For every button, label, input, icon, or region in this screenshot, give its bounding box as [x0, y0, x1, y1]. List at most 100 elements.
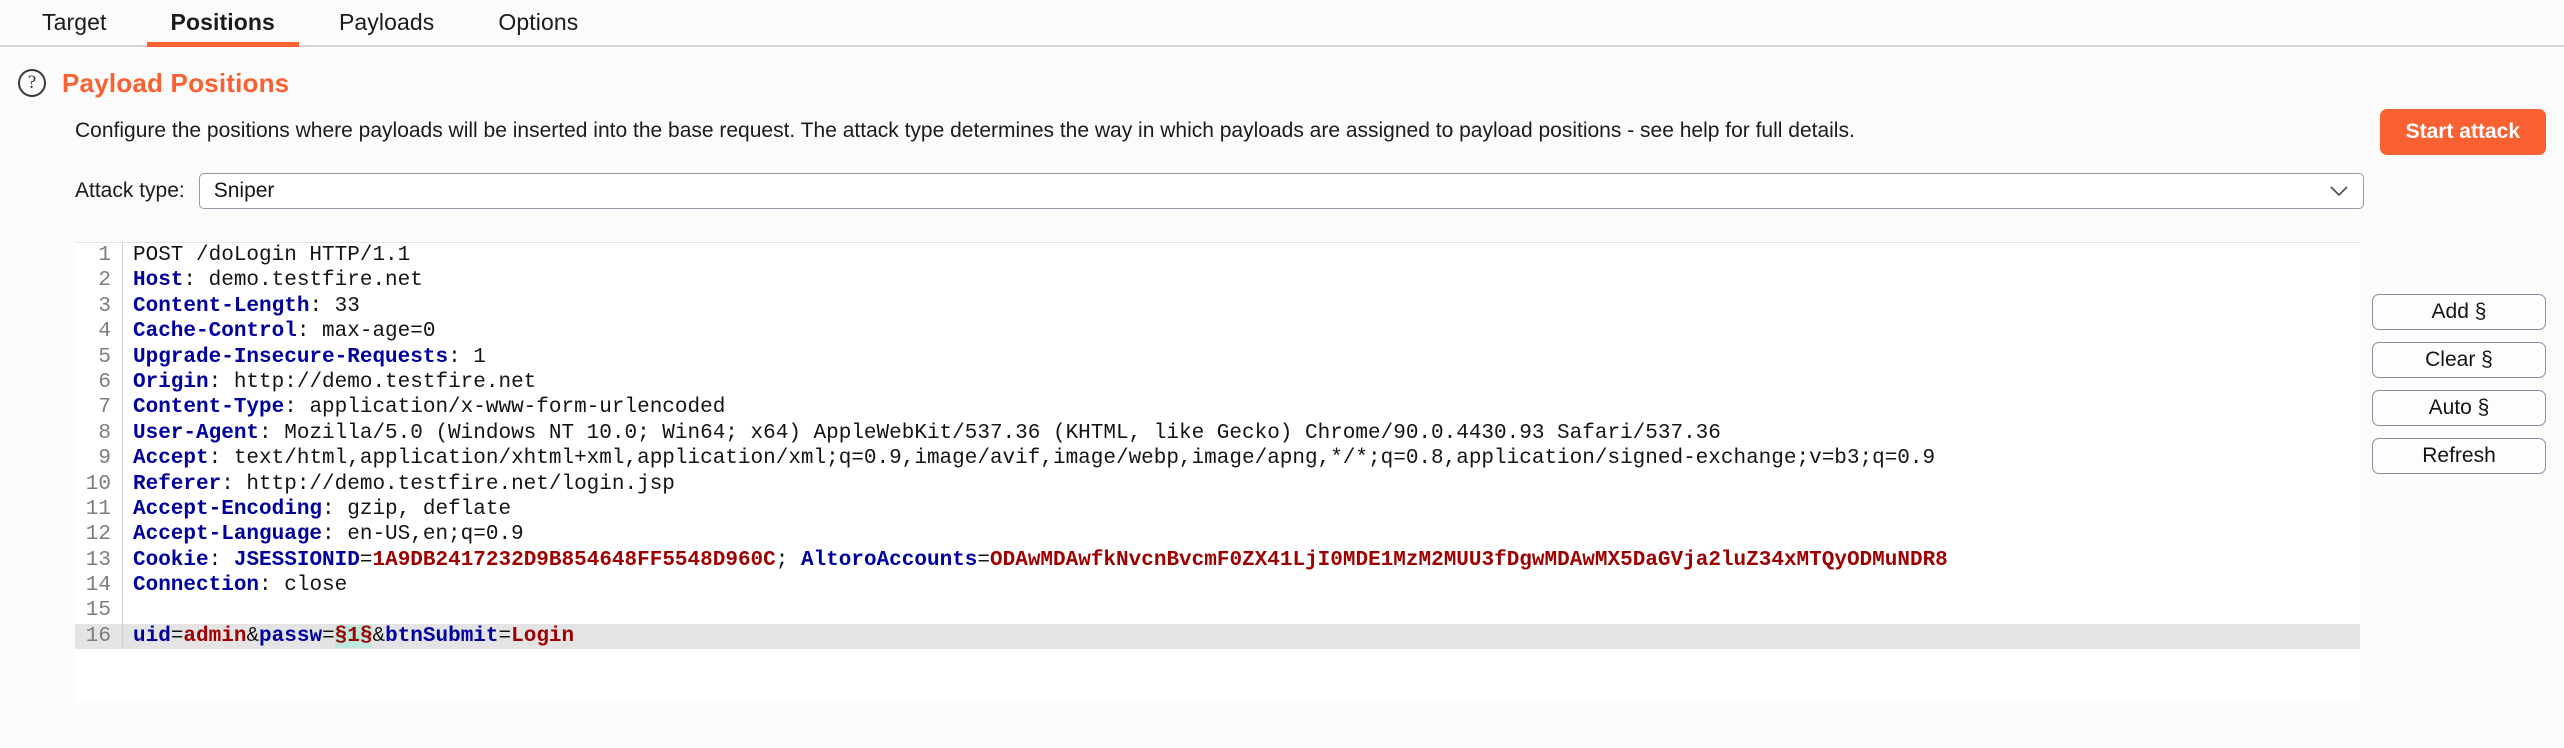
- add-position-button[interactable]: Add §: [2372, 294, 2546, 330]
- code-token: =: [498, 624, 512, 648]
- request-line[interactable]: 3 Content-Length: 33: [75, 293, 2360, 320]
- line-content[interactable]: Referer: http://demo.testfire.net/login.…: [123, 472, 675, 497]
- code-token: : 33: [309, 294, 360, 318]
- chevron-down-icon: [2329, 179, 2349, 203]
- code-token: Accept-Language: [133, 523, 323, 547]
- request-line[interactable]: 13 Cookie: JSESSIONID=1A9DB2417232D9B8546…: [75, 547, 2360, 574]
- request-line[interactable]: 14 Connection: close: [75, 573, 2360, 599]
- position-tools: Add § Clear § Auto § Refresh: [2372, 294, 2546, 474]
- clear-positions-button[interactable]: Clear §: [2372, 342, 2546, 378]
- code-token: Connection: [133, 574, 260, 598]
- request-line[interactable]: 12 Accept-Language: en-US,en;q=0.9: [75, 522, 2360, 548]
- code-token: Accept-Encoding: [133, 497, 323, 521]
- tab-positions[interactable]: Positions: [139, 0, 307, 47]
- tab-target[interactable]: Target: [10, 0, 139, 45]
- line-number: 9: [75, 446, 123, 472]
- code-token: : Mozilla/5.0 (Windows NT 10.0; Win64; x…: [259, 421, 1721, 445]
- code-token: Referer: [133, 472, 222, 496]
- code-token: : gzip, deflate: [322, 497, 512, 521]
- code-token: &: [246, 624, 260, 648]
- code-token: : http://demo.testfire.net/login.jsp: [221, 472, 675, 496]
- line-content[interactable]: Accept-Encoding: gzip, deflate: [123, 497, 511, 522]
- line-content[interactable]: Cookie: JSESSIONID=1A9DB2417232D9B854648…: [123, 548, 1948, 573]
- question-mark-icon[interactable]: ?: [18, 69, 46, 97]
- line-number: 8: [75, 420, 123, 447]
- line-content[interactable]: Cache-Control: max-age=0: [123, 319, 435, 344]
- code-token: : close: [259, 574, 348, 598]
- code-token: =: [977, 548, 991, 572]
- request-line[interactable]: 8 User-Agent: Mozilla/5.0 (Windows NT 10.…: [75, 420, 2360, 447]
- line-content[interactable]: Upgrade-Insecure-Requests: 1: [123, 345, 486, 370]
- line-number: 6: [75, 369, 123, 396]
- code-token: :: [208, 548, 234, 572]
- line-number: 11: [75, 496, 123, 523]
- page-title: Payload Positions: [62, 67, 290, 98]
- code-token: Content-Length: [133, 294, 310, 318]
- request-line[interactable]: 15: [75, 598, 2360, 624]
- code-token: passw: [259, 624, 323, 648]
- attack-type-select[interactable]: Sniper: [198, 173, 2364, 209]
- line-content[interactable]: [123, 598, 133, 623]
- refresh-button[interactable]: Refresh: [2372, 438, 2546, 474]
- line-content[interactable]: uid=admin&passw=§1§&btnSubmit=Login: [123, 624, 574, 649]
- tab-options[interactable]: Options: [466, 0, 610, 45]
- code-token: : application/x-www-form-urlencoded: [284, 396, 726, 420]
- line-number: 15: [75, 598, 123, 624]
- line-number: 12: [75, 522, 123, 548]
- code-token: =: [170, 624, 184, 648]
- line-content[interactable]: Host: demo.testfire.net: [123, 268, 423, 293]
- code-token: : demo.testfire.net: [183, 269, 423, 293]
- code-token: : en-US,en;q=0.9: [322, 523, 524, 547]
- code-token: : 1: [448, 345, 486, 369]
- request-line[interactable]: 2 Host: demo.testfire.net: [75, 268, 2360, 294]
- request-code[interactable]: 1 POST /doLogin HTTP/1.1 2 Host: demo.testf…: [75, 243, 2360, 650]
- request-line[interactable]: 11 Accept-Encoding: gzip, deflate: [75, 496, 2360, 523]
- code-token: : max-age=0: [296, 320, 436, 344]
- line-number: 5: [75, 344, 123, 370]
- request-line[interactable]: 16 uid=admin&passw=§1§&btnSubmit=Login: [75, 623, 2360, 650]
- line-content[interactable]: Accept: text/html,application/xhtml+xml,…: [123, 446, 1935, 471]
- code-token: &: [372, 624, 386, 648]
- code-token: Cache-Control: [133, 320, 297, 344]
- line-number: 2: [75, 268, 123, 294]
- line-content[interactable]: Content-Type: application/x-www-form-url…: [123, 395, 725, 420]
- line-content[interactable]: User-Agent: Mozilla/5.0 (Windows NT 10.0…: [123, 421, 1721, 446]
- code-token: Accept: [133, 447, 209, 471]
- line-content[interactable]: Connection: close: [123, 573, 347, 598]
- line-number: 13: [75, 547, 123, 574]
- code-token: JSESSIONID: [233, 548, 360, 572]
- line-content[interactable]: Accept-Language: en-US,en;q=0.9: [123, 522, 524, 547]
- request-line[interactable]: 10 Referer: http://demo.testfire.net/logi…: [75, 471, 2360, 497]
- line-number: 3: [75, 293, 123, 320]
- line-number: 1: [75, 243, 123, 269]
- line-content[interactable]: Content-Length: 33: [123, 294, 360, 319]
- page-title-row: ? Payload Positions: [0, 47, 2564, 101]
- code-token: AltoroAccounts: [800, 548, 978, 572]
- code-token: =: [322, 624, 335, 648]
- line-number: 10: [75, 471, 123, 497]
- line-number: 16: [75, 623, 123, 650]
- code-token: 1A9DB2417232D9B854648FF5548D960C: [372, 548, 776, 572]
- request-line[interactable]: 9 Accept: text/html,application/xhtml+xml…: [75, 446, 2360, 472]
- request-line[interactable]: 1 POST /doLogin HTTP/1.1: [75, 243, 2360, 269]
- tab-payloads[interactable]: Payloads: [307, 0, 466, 45]
- code-token: User-Agent: [133, 421, 260, 445]
- code-token: POST /doLogin HTTP/1.1: [133, 244, 411, 267]
- line-number: 7: [75, 395, 123, 421]
- code-token: Upgrade-Insecure-Requests: [133, 345, 449, 369]
- code-token: Login: [511, 624, 575, 648]
- code-token: ;: [775, 548, 801, 572]
- code-token: =: [359, 548, 373, 572]
- request-line[interactable]: 4 Cache-Control: max-age=0: [75, 319, 2360, 345]
- line-content[interactable]: Origin: http://demo.testfire.net: [123, 370, 536, 395]
- auto-positions-button[interactable]: Auto §: [2372, 390, 2546, 426]
- start-attack-button[interactable]: Start attack: [2379, 109, 2546, 155]
- attack-type-label: Attack type:: [75, 179, 185, 202]
- request-line[interactable]: 7 Content-Type: application/x-www-form-ur…: [75, 395, 2360, 421]
- request-editor[interactable]: 1 POST /doLogin HTTP/1.1 2 Host: demo.testf…: [75, 242, 2360, 702]
- request-line[interactable]: 5 Upgrade-Insecure-Requests: 1: [75, 344, 2360, 370]
- code-token: ODAwMDAwfkNvcnBvcmF0ZX41LjI0MDE1MzM2MUU3…: [990, 548, 1948, 572]
- attack-type-value: Sniper: [213, 179, 275, 202]
- line-content[interactable]: POST /doLogin HTTP/1.1: [123, 243, 410, 268]
- request-line[interactable]: 6 Origin: http://demo.testfire.net: [75, 369, 2360, 396]
